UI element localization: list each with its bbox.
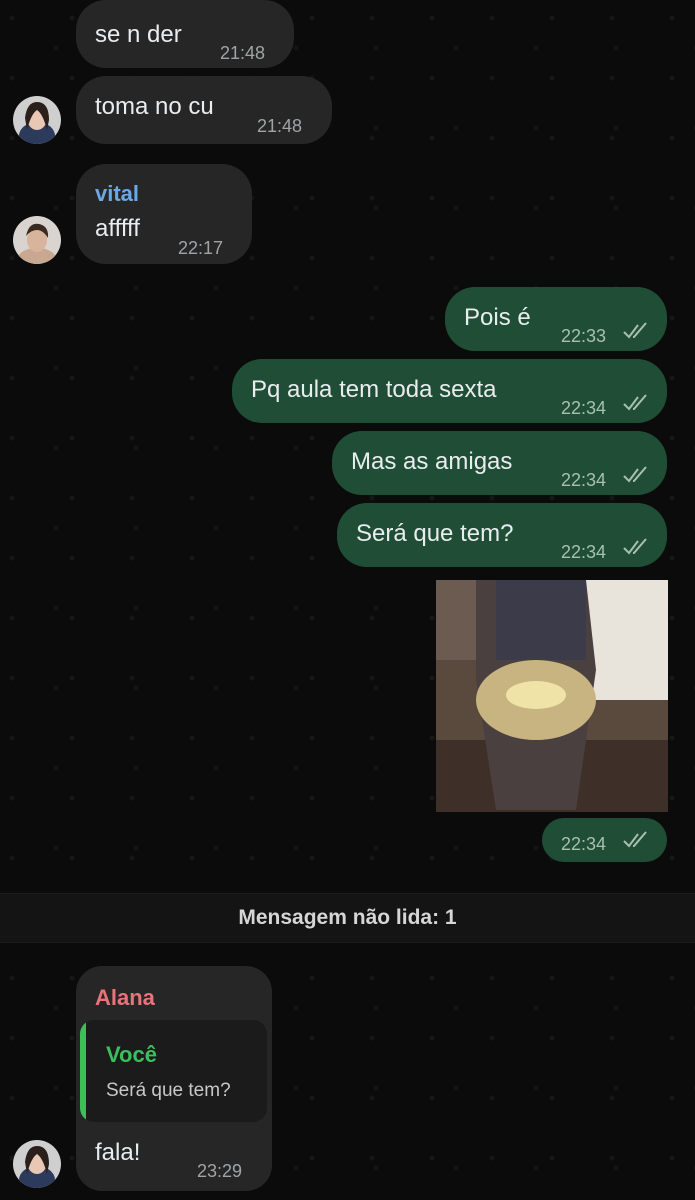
message-text: afffff [95, 215, 140, 242]
message-text: Mas as amigas [351, 448, 513, 475]
double-check-icon [623, 394, 647, 411]
quote-text: Será que tem? [106, 1080, 231, 1101]
message-text: se n der [95, 21, 182, 48]
message-time: 22:34 [561, 470, 607, 490]
avatar[interactable] [13, 1140, 61, 1188]
avatar[interactable] [13, 96, 61, 144]
message-time: 22:34 [561, 834, 607, 854]
message-text: toma no cu [95, 93, 214, 120]
unread-divider: Mensagem não lida: 1 [0, 893, 695, 943]
double-check-icon [623, 466, 647, 483]
message-text: Pq aula tem toda sexta [251, 376, 497, 403]
message-bubble-outgoing[interactable]: 22:34 [542, 818, 667, 862]
sender-name[interactable]: Alana [95, 983, 155, 1013]
message-bubble-incoming[interactable]: se n der 21:48 [76, 0, 294, 68]
reply-quote[interactable]: Você Será que tem? [80, 1020, 267, 1122]
message-text: Pois é [464, 304, 531, 331]
message-text: fala! [95, 1139, 141, 1166]
message-text: Será que tem? [356, 520, 514, 547]
gif-media[interactable] [436, 580, 668, 812]
double-check-icon [623, 831, 647, 848]
message-time: 21:48 [257, 116, 303, 136]
message-time: 21:48 [220, 43, 266, 63]
message-bubble-outgoing[interactable]: Será que tem? 22:34 [337, 503, 667, 567]
sender-name[interactable]: vital [95, 179, 139, 209]
message-bubble-incoming[interactable]: vital afffff 22:17 [76, 164, 252, 264]
double-check-icon [623, 322, 647, 339]
message-bubble-outgoing[interactable]: Mas as amigas 22:34 [332, 431, 667, 495]
message-bubble-outgoing[interactable]: Pois é 22:33 [445, 287, 667, 351]
message-time: 22:34 [561, 398, 607, 418]
double-check-icon [623, 538, 647, 555]
quote-author: Você [106, 1042, 157, 1067]
quote-accent-bar [80, 1020, 86, 1122]
message-time: 22:33 [561, 326, 607, 346]
message-time: 22:17 [178, 238, 224, 258]
message-time: 22:34 [561, 542, 607, 562]
avatar[interactable] [13, 216, 61, 264]
message-bubble-incoming[interactable]: toma no cu 21:48 [76, 76, 332, 144]
message-bubble-outgoing[interactable]: Pq aula tem toda sexta 22:34 [232, 359, 667, 423]
message-time: 23:29 [197, 1161, 243, 1181]
